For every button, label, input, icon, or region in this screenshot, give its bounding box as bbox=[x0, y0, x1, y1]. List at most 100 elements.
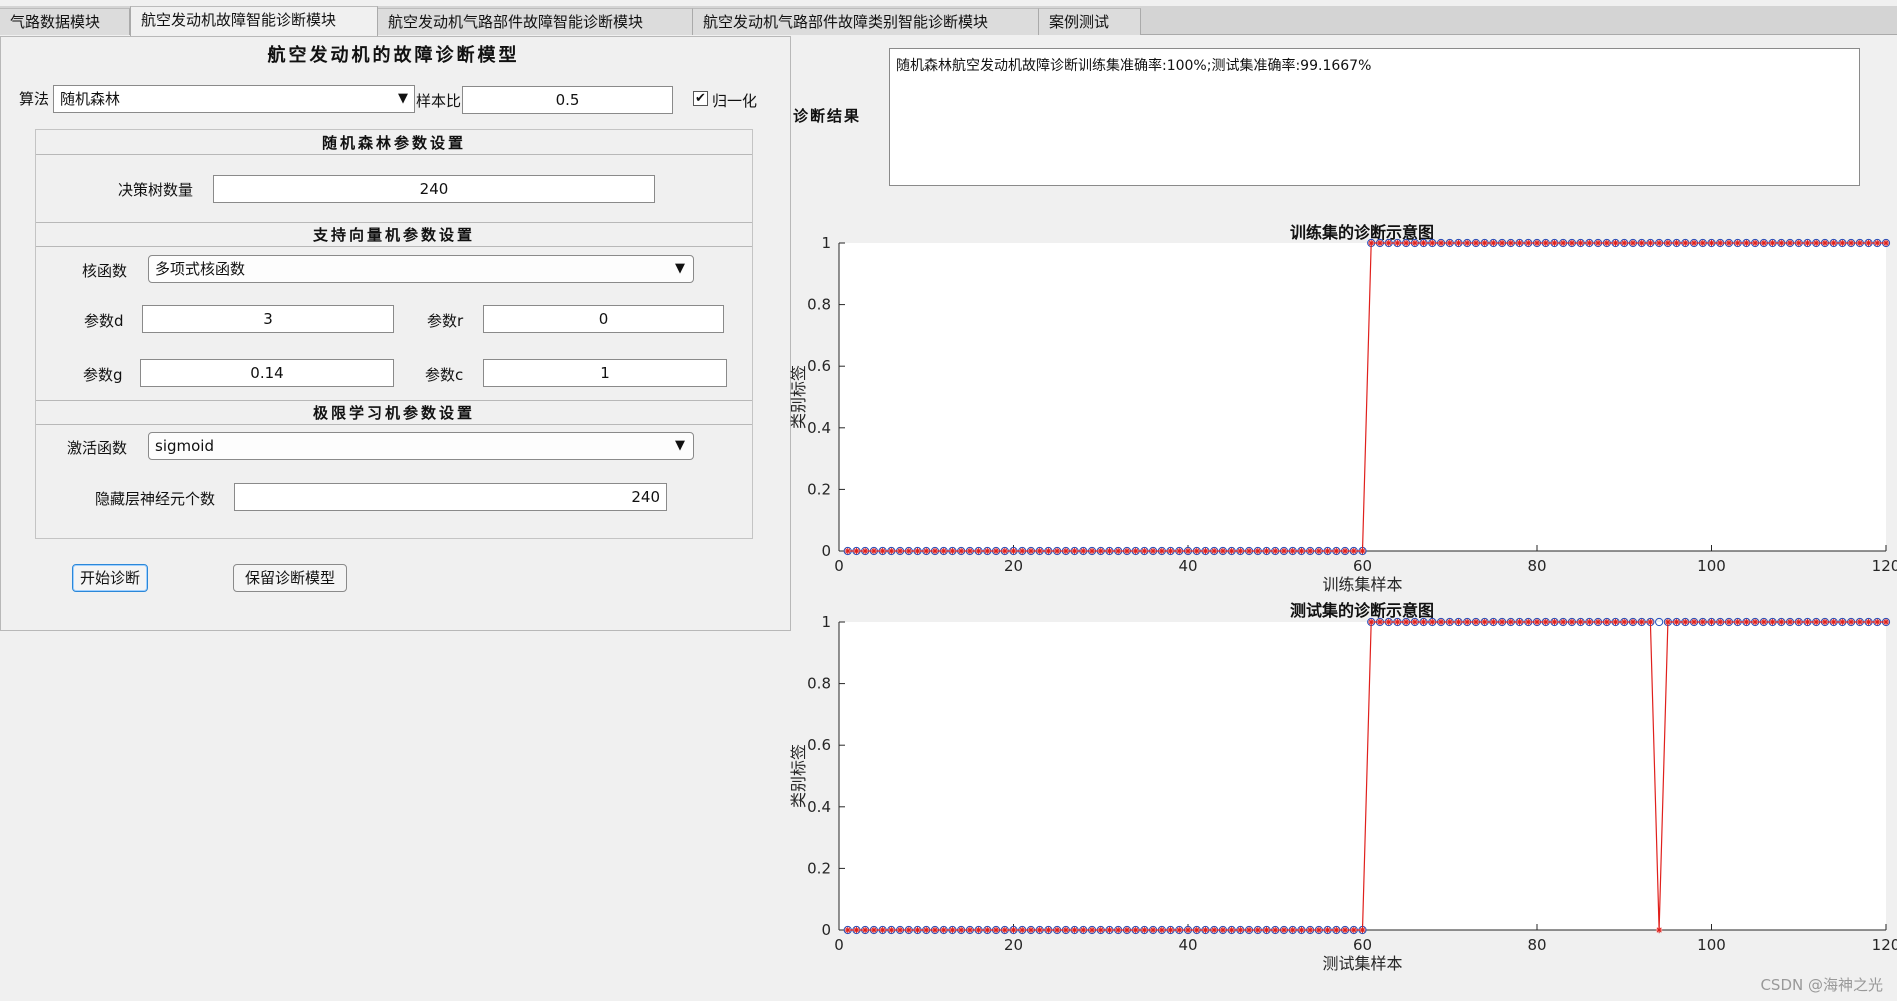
result-label: 诊断结果 bbox=[793, 107, 862, 125]
predicted-point bbox=[1228, 547, 1235, 555]
model-panel: 航空发动机的故障诊断模型 算法 随机森林 ▼ 样本比 0.5 ✔ 归一化 随机森… bbox=[0, 36, 791, 631]
predicted-point bbox=[949, 547, 956, 555]
predicted-point bbox=[1315, 547, 1323, 555]
y-tick-label: 0 bbox=[821, 542, 831, 560]
tab-component-fault-category[interactable]: 航空发动机气路部件故障类别智能诊断模块 bbox=[693, 8, 1039, 35]
predicted-point bbox=[1708, 239, 1715, 247]
trees-label: 决策树数量 bbox=[118, 181, 194, 199]
x-tick-label: 20 bbox=[1004, 557, 1023, 575]
train-chart: 0 20 40 60 80 100 120 0 0.2 0.4 0.6 0.8 1 训练集样本 类别标签 bbox=[789, 234, 1897, 594]
predicted-point bbox=[966, 926, 974, 934]
predicted-point bbox=[844, 926, 851, 934]
predicted-point bbox=[1097, 926, 1104, 934]
predicted-point bbox=[1490, 239, 1497, 247]
start-diagnosis-button[interactable]: 开始诊断 bbox=[72, 564, 148, 592]
param-g-input[interactable]: 0.14 bbox=[140, 359, 394, 387]
x-tick-label: 80 bbox=[1527, 936, 1546, 954]
predicted-point bbox=[1141, 547, 1148, 555]
kernel-dropdown[interactable]: 多项式核函数 ▼ bbox=[148, 255, 694, 283]
predicted-point bbox=[896, 926, 904, 934]
tab-case-test[interactable]: 案例测试 bbox=[1039, 8, 1141, 35]
predicted-point bbox=[1402, 618, 1410, 626]
y-axis-label: 类别标签 bbox=[789, 744, 808, 808]
rf-section-title: 随机森林参数设置 bbox=[321, 134, 466, 152]
y-tick-label: 0.4 bbox=[807, 419, 831, 437]
hidden-neurons-label: 隐藏层神经元个数 bbox=[95, 490, 216, 508]
sample-ratio-label: 样本比 bbox=[416, 92, 462, 110]
param-c-input[interactable]: 1 bbox=[483, 359, 727, 387]
predicted-point bbox=[1053, 926, 1061, 934]
plot-area bbox=[839, 243, 1886, 551]
predicted-point bbox=[861, 547, 869, 555]
x-tick-label: 20 bbox=[1004, 936, 1023, 954]
algorithm-dropdown[interactable]: 随机森林 ▼ bbox=[53, 85, 415, 113]
predicted-point bbox=[1315, 926, 1323, 934]
predicted-point bbox=[1839, 239, 1846, 247]
predicted-point bbox=[1577, 239, 1584, 247]
predicted-point bbox=[1053, 547, 1061, 555]
predicted-point bbox=[931, 926, 939, 934]
x-axis-label: 测试集样本 bbox=[1322, 954, 1402, 973]
predicted-point bbox=[1751, 239, 1759, 247]
predicted-point bbox=[853, 926, 860, 934]
result-textbox[interactable]: 随机森林航空发动机故障诊断训练集准确率:100%;测试集准确率:99.1667% bbox=[889, 48, 1860, 186]
predicted-point bbox=[1228, 926, 1235, 934]
predicted-point bbox=[896, 547, 904, 555]
y-tick-label: 1 bbox=[821, 234, 831, 252]
y-tick-label: 1 bbox=[821, 613, 831, 631]
normalize-checkbox[interactable]: ✔ bbox=[693, 91, 708, 106]
test-chart: 0 20 40 60 80 100 120 0 0.2 0.4 0.6 0.8 1 测试集样本 类别标签 bbox=[789, 613, 1897, 973]
x-tick-label: 120 bbox=[1872, 936, 1897, 954]
predicted-point bbox=[1446, 618, 1453, 626]
predicted-point bbox=[844, 547, 851, 555]
chevron-down-icon: ▼ bbox=[675, 261, 685, 276]
activation-value: sigmoid bbox=[155, 437, 214, 455]
predicted-point bbox=[1621, 618, 1628, 626]
save-model-button[interactable]: 保留诊断模型 bbox=[233, 564, 347, 592]
divider bbox=[36, 246, 752, 247]
x-tick-label: 120 bbox=[1872, 557, 1897, 575]
predicted-point bbox=[853, 547, 860, 555]
x-tick-label: 0 bbox=[834, 557, 844, 575]
elm-section-title: 极限学习机参数设置 bbox=[312, 404, 475, 422]
tab-component-fault-diagnosis[interactable]: 航空发动机气路部件故障智能诊断模块 bbox=[378, 8, 693, 35]
predicted-point bbox=[870, 926, 878, 934]
predicted-point bbox=[1097, 547, 1104, 555]
predicted-point bbox=[1359, 547, 1366, 555]
predicted-point bbox=[1533, 239, 1541, 247]
predicted-point bbox=[1795, 239, 1802, 247]
predicted-point bbox=[1664, 618, 1672, 626]
sample-ratio-input[interactable]: 0.5 bbox=[462, 86, 673, 114]
panel-title: 航空发动机的故障诊断模型 bbox=[267, 45, 520, 66]
y-tick-label: 0.6 bbox=[807, 736, 831, 754]
divider bbox=[36, 222, 752, 223]
hidden-neurons-input[interactable]: 240 bbox=[234, 483, 667, 511]
divider bbox=[36, 424, 752, 425]
predicted-point bbox=[957, 926, 965, 934]
trees-input[interactable]: 240 bbox=[213, 175, 655, 203]
predicted-point bbox=[1577, 618, 1584, 626]
svm-section-title: 支持向量机参数设置 bbox=[312, 226, 475, 244]
x-tick-label: 100 bbox=[1697, 557, 1726, 575]
predicted-point bbox=[888, 926, 895, 934]
predicted-point bbox=[1359, 926, 1366, 934]
predicted-point bbox=[966, 547, 974, 555]
predicted-point bbox=[1490, 618, 1497, 626]
predicted-point bbox=[1402, 239, 1410, 247]
predicted-point bbox=[879, 547, 886, 555]
predicted-point bbox=[914, 926, 921, 934]
y-tick-label: 0.6 bbox=[807, 357, 831, 375]
predicted-point bbox=[949, 926, 956, 934]
activation-dropdown[interactable]: sigmoid ▼ bbox=[148, 432, 694, 460]
tab-bar: 气路数据模块 航空发动机故障智能诊断模块 航空发动机气路部件故障智能诊断模块 航… bbox=[0, 6, 1897, 36]
predicted-point bbox=[1001, 547, 1008, 555]
param-r-input[interactable]: 0 bbox=[483, 305, 724, 333]
y-tick-label: 0.8 bbox=[807, 296, 831, 314]
param-d-input[interactable]: 3 bbox=[142, 305, 394, 333]
tab-gas-path-data[interactable]: 气路数据模块 bbox=[0, 8, 130, 35]
predicted-point bbox=[1001, 926, 1008, 934]
y-axis-label: 类别标签 bbox=[789, 365, 808, 429]
tab-engine-fault-diagnosis[interactable]: 航空发动机故障智能诊断模块 bbox=[130, 6, 378, 36]
x-tick-label: 40 bbox=[1178, 936, 1197, 954]
predicted-point bbox=[957, 547, 965, 555]
